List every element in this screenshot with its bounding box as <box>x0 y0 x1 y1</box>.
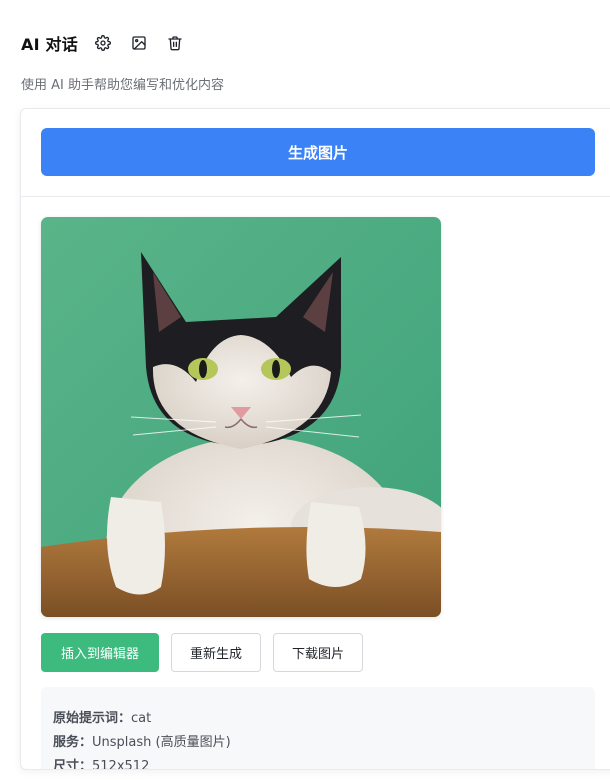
page-title: AI 对话 <box>21 35 78 54</box>
generated-image <box>41 217 441 617</box>
image-actions: 插入到编辑器 重新生成 下载图片 <box>41 633 375 672</box>
ai-chat-page: AI 对话 使用 AI 助手帮助您编写和优化内容 生成图片 插入到编辑器 重新生… <box>0 0 610 780</box>
insert-to-editor-button[interactable]: 插入到编辑器 <box>41 633 159 672</box>
info-size-value: 512x512 <box>92 759 150 770</box>
gear-icon[interactable] <box>92 32 114 54</box>
info-size-key: 尺寸： <box>53 759 93 770</box>
image-generation-panel: 生成图片 插入到编辑器 重新生成 下载图片 原始提示词：cat 服务：Unspl… <box>20 108 610 770</box>
info-service-key: 服务： <box>53 735 93 750</box>
regenerate-button[interactable]: 重新生成 <box>171 633 261 672</box>
image-icon[interactable] <box>128 32 150 54</box>
info-size-row: 尺寸：512x512 <box>53 755 150 770</box>
page-subtitle: 使用 AI 助手帮助您编写和优化内容 <box>21 78 224 93</box>
info-prompt-value: cat <box>131 711 152 726</box>
header: AI 对话 <box>21 30 186 56</box>
trash-icon[interactable] <box>164 32 186 54</box>
info-service-row: 服务：Unsplash (高质量图片) <box>53 731 231 750</box>
info-prompt-row: 原始提示词：cat <box>53 707 151 726</box>
download-image-button[interactable]: 下载图片 <box>273 633 363 672</box>
divider <box>21 196 610 197</box>
generate-image-button[interactable]: 生成图片 <box>41 128 595 176</box>
info-service-value: Unsplash (高质量图片) <box>92 735 231 750</box>
image-info: 原始提示词：cat 服务：Unsplash (高质量图片) 尺寸：512x512 <box>41 687 595 770</box>
info-prompt-key: 原始提示词： <box>53 711 132 726</box>
